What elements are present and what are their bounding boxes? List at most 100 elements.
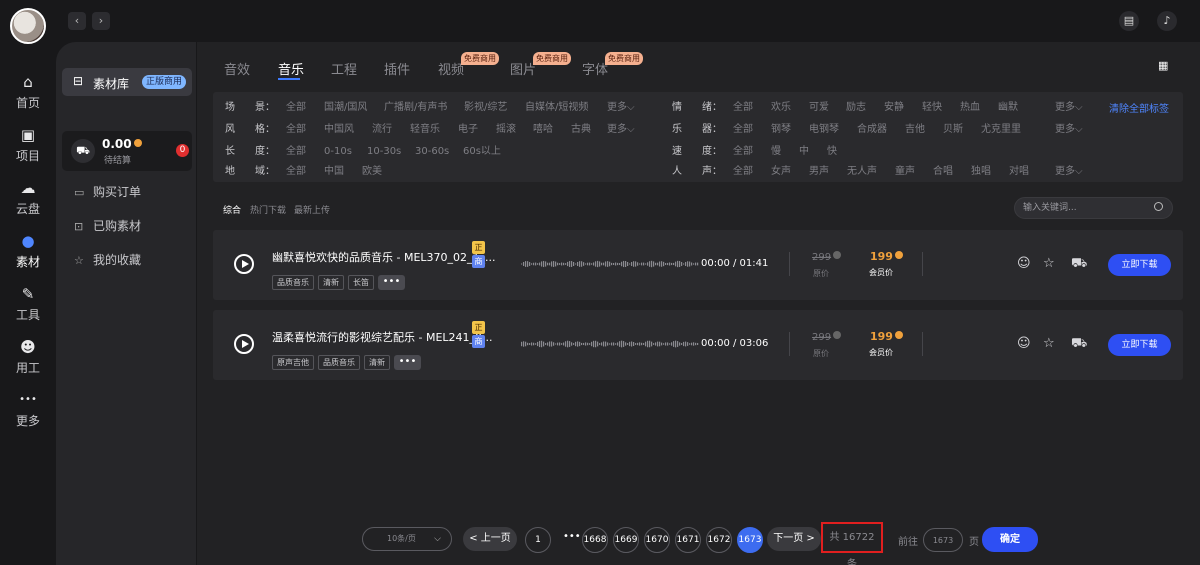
filter-option[interactable]: 合唱 <box>933 162 953 182</box>
tab-projects[interactable]: 工程 <box>331 59 357 78</box>
rail-item-project[interactable]: ▣ 项目 <box>0 127 56 164</box>
tab-music[interactable]: 音乐 <box>278 59 304 78</box>
filter-option[interactable]: 流行 <box>372 120 392 140</box>
filter-option[interactable]: 女声 <box>771 162 791 182</box>
filter-option[interactable]: 电钢琴 <box>809 120 839 140</box>
filter-option[interactable]: 欧美 <box>362 162 382 182</box>
next-page-button[interactable]: 下一页 > <box>767 527 821 551</box>
cart-summary[interactable]: ⛟ 0.00 待结算 0 <box>62 131 192 171</box>
rail-item-tools[interactable]: ✎ 工具 <box>0 286 56 323</box>
track-tag[interactable]: 长笛 <box>348 275 374 290</box>
filter-option[interactable]: 男声 <box>809 162 829 182</box>
more-tags-button[interactable]: ••• <box>378 275 405 290</box>
filter-option[interactable]: 贝斯 <box>943 120 963 140</box>
more-tags-button[interactable]: ••• <box>394 355 421 370</box>
menu-purchase-orders[interactable]: ▭ 购买订单 <box>74 183 141 200</box>
menu-purchased-materials[interactable]: ⊡ 已购素材 <box>74 217 141 234</box>
filter-option[interactable]: 中 <box>799 142 809 162</box>
rail-item-more[interactable]: ••• 更多 <box>0 392 56 429</box>
play-button[interactable] <box>234 334 254 354</box>
filter-option[interactable]: 国潮/国风 <box>324 98 367 118</box>
filter-option[interactable]: 热血 <box>960 98 980 118</box>
filter-option[interactable]: 30-60s <box>415 142 449 162</box>
filter-option[interactable]: 全部 <box>286 142 306 162</box>
feedback-icon[interactable]: ☺ <box>1017 257 1031 271</box>
filter-option[interactable]: 对唱 <box>1009 162 1029 182</box>
filter-option[interactable]: 中国 <box>324 162 344 182</box>
filter-option[interactable]: 可爱 <box>809 98 829 118</box>
forward-button[interactable]: › <box>92 12 110 30</box>
filter-option[interactable]: 独唱 <box>971 162 991 182</box>
notification-button[interactable]: ♪ <box>1157 11 1177 31</box>
track-tag[interactable]: 清新 <box>364 355 390 370</box>
sort-comprehensive[interactable]: 综合 <box>223 203 241 216</box>
star-icon[interactable]: ☆ <box>1043 257 1055 271</box>
clear-all-tags-link[interactable]: 清除全部标签 <box>1109 100 1169 115</box>
page-number-current[interactable]: 1673 <box>737 527 763 553</box>
waveform[interactable] <box>521 337 699 351</box>
filter-option[interactable]: 嘻哈 <box>533 120 553 140</box>
filter-more[interactable]: 更多⌵ <box>1055 120 1083 140</box>
filter-option[interactable]: 快 <box>827 142 837 162</box>
filter-option[interactable]: 童声 <box>895 162 915 182</box>
filter-option[interactable]: 励志 <box>846 98 866 118</box>
rail-item-hire[interactable]: ☻ 用工 <box>0 339 56 376</box>
filter-option[interactable]: 中国风 <box>324 120 354 140</box>
page-number[interactable]: 1668 <box>582 527 608 553</box>
star-icon[interactable]: ☆ <box>1043 337 1055 351</box>
filter-more[interactable]: 更多⌵ <box>1055 98 1083 118</box>
filter-more[interactable]: 更多⌵ <box>607 98 635 118</box>
track-tag[interactable]: 品质音乐 <box>272 275 314 290</box>
filter-option[interactable]: 全部 <box>286 120 306 140</box>
filter-option[interactable]: 钢琴 <box>771 120 791 140</box>
filter-option[interactable]: 全部 <box>733 98 753 118</box>
back-button[interactable]: ‹ <box>68 12 86 30</box>
search-input[interactable] <box>1023 201 1143 215</box>
track-tag[interactable]: 清新 <box>318 275 344 290</box>
filter-option[interactable]: 影视/综艺 <box>464 98 507 118</box>
filter-option[interactable]: 欢乐 <box>771 98 791 118</box>
download-now-button[interactable]: 立即下载 <box>1108 254 1171 276</box>
page-number[interactable]: 1 <box>525 527 551 553</box>
filter-option[interactable]: 全部 <box>733 142 753 162</box>
filter-option[interactable]: 全部 <box>286 162 306 182</box>
track-title[interactable]: 温柔喜悦流行的影视综艺配乐 - MEL241_0... <box>272 329 493 345</box>
filter-option[interactable]: 慢 <box>771 142 781 162</box>
grid-view-icon[interactable]: ▦ <box>1158 60 1170 72</box>
filter-option[interactable]: 广播剧/有声书 <box>384 98 447 118</box>
filter-option[interactable]: 安静 <box>884 98 904 118</box>
filter-option[interactable]: 10-30s <box>367 142 401 162</box>
prev-page-button[interactable]: < 上一页 <box>463 527 517 551</box>
filter-option[interactable]: 幽默 <box>998 98 1018 118</box>
avatar[interactable] <box>10 8 46 44</box>
tab-sound-effects[interactable]: 音效 <box>224 59 250 78</box>
goto-page-input[interactable] <box>923 528 963 552</box>
confirm-button[interactable]: 确定 <box>982 527 1038 552</box>
filter-option[interactable]: 合成器 <box>857 120 887 140</box>
page-size-select[interactable]: 10条/页 ⌵ <box>362 527 452 551</box>
tab-plugins[interactable]: 插件 <box>384 59 410 78</box>
track-tag[interactable]: 品质音乐 <box>318 355 360 370</box>
filter-option[interactable]: 全部 <box>733 162 753 182</box>
page-number[interactable]: 1670 <box>644 527 670 553</box>
filter-option[interactable]: 无人声 <box>847 162 877 182</box>
page-number[interactable]: 1672 <box>706 527 732 553</box>
page-number[interactable]: 1669 <box>613 527 639 553</box>
filter-option[interactable]: 轻快 <box>922 98 942 118</box>
menu-favorites[interactable]: ☆ 我的收藏 <box>74 251 141 268</box>
material-library-button[interactable]: ⊟ 素材库 正版商用 <box>62 68 192 96</box>
filter-option[interactable]: 自媒体/短视频 <box>525 98 588 118</box>
waveform[interactable] <box>521 257 699 271</box>
filter-option[interactable]: 摇滚 <box>496 120 516 140</box>
filter-option[interactable]: 0-10s <box>324 142 352 162</box>
rail-item-material[interactable]: ● 素材 <box>0 233 56 270</box>
feedback-icon[interactable]: ☺ <box>1017 337 1031 351</box>
filter-option[interactable]: 尤克里里 <box>981 120 1021 140</box>
cart-icon[interactable]: ⛟ <box>1071 257 1087 271</box>
filter-option[interactable]: 60s以上 <box>463 142 501 162</box>
filter-more[interactable]: 更多⌵ <box>1055 162 1083 182</box>
filter-option[interactable]: 轻音乐 <box>410 120 440 140</box>
cart-icon[interactable]: ⛟ <box>1071 337 1087 351</box>
play-button[interactable] <box>234 254 254 274</box>
rail-item-home[interactable]: ⌂ 首页 <box>0 74 56 111</box>
